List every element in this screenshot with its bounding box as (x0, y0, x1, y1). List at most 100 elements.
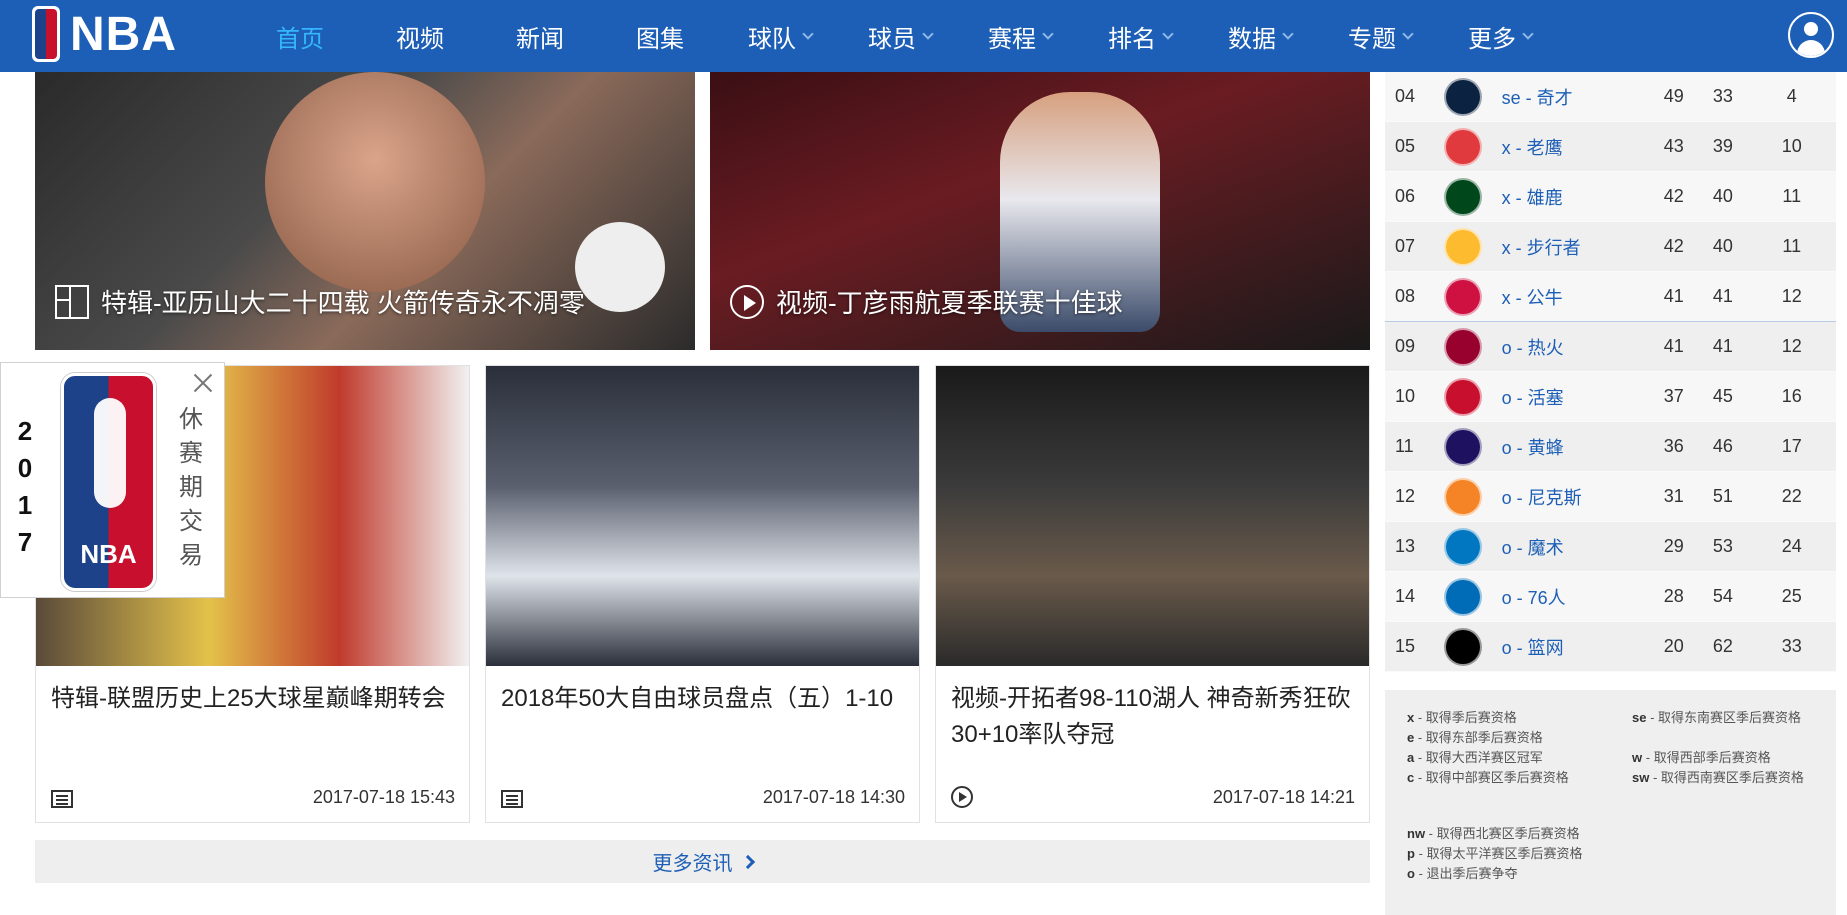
team-name[interactable]: o - 活塞 (1502, 384, 1650, 410)
user-icon (1804, 22, 1818, 36)
feature-banner-ding[interactable]: 视频-丁彦雨航夏季联赛十佳球 (710, 72, 1370, 350)
table-row[interactable]: 11 o - 黄蜂 36 46 17 (1385, 422, 1836, 472)
card-title[interactable]: 视频-开拓者98-110湖人 神奇新秀狂砍30+10率队夺冠 (951, 681, 1351, 753)
more-news-button[interactable]: 更多资讯 (35, 840, 1370, 883)
nav-item-home[interactable]: 首页 (240, 0, 360, 72)
wins: 49 (1663, 86, 1684, 106)
team-name[interactable]: o - 热火 (1502, 334, 1650, 360)
legend-desc: 取得东部季后赛资格 (1425, 730, 1543, 745)
nba-logo[interactable]: NBA (32, 6, 177, 62)
nav-label: 数据 (1228, 25, 1276, 53)
team-name[interactable]: o - 尼克斯 (1502, 484, 1650, 510)
rank: 04 (1395, 86, 1416, 106)
legend-key: se (1632, 710, 1647, 725)
wins: 37 (1663, 386, 1684, 406)
legend-desc: 取得西北赛区季后赛资格 (1436, 826, 1580, 841)
nav-label: 图集 (636, 25, 684, 53)
year-digit: 0 (17, 453, 33, 483)
news-card[interactable]: 2018年50大自由球员盘点（五）1-10 2017-07-18 14:30 (485, 365, 920, 823)
losses: 51 (1712, 486, 1733, 506)
losses: 53 (1712, 536, 1733, 556)
legend-desc: 取得西部季后赛资格 (1653, 750, 1771, 765)
nav-label: 球队 (748, 25, 796, 53)
team-name[interactable]: x - 步行者 (1502, 234, 1650, 260)
nav-item-topics[interactable]: 专题 (1320, 0, 1440, 72)
team-logo-icon (1444, 527, 1482, 566)
chevron-right-icon (740, 854, 755, 869)
news-card[interactable]: 视频-开拓者98-110湖人 神奇新秀狂砍30+10率队夺冠 2017-07-1… (935, 365, 1370, 823)
legend-key: c (1407, 770, 1415, 785)
losses: 46 (1712, 436, 1733, 456)
table-row[interactable]: 15 o - 篮网 20 62 33 (1385, 622, 1836, 672)
wins: 42 (1663, 236, 1684, 256)
rank: 09 (1395, 336, 1416, 356)
team-name[interactable]: o - 篮网 (1502, 634, 1650, 660)
offseason-trade-promo[interactable]: 2 0 1 7 NBA 休 赛 期 交 易 (0, 362, 225, 598)
nav-item-stats[interactable]: 数据 (1200, 0, 1320, 72)
year-digit: 2 (17, 416, 33, 446)
losses: 40 (1712, 236, 1733, 256)
losses: 41 (1712, 286, 1733, 306)
table-row[interactable]: 09 o - 热火 41 41 12 (1385, 322, 1836, 372)
nav-item-teams[interactable]: 球队 (720, 0, 840, 72)
table-row[interactable]: 12 o - 尼克斯 31 51 22 (1385, 472, 1836, 522)
team-name[interactable]: se - 奇才 (1502, 84, 1650, 110)
team-name[interactable]: x - 老鹰 (1502, 134, 1650, 160)
user-avatar-button[interactable] (1788, 12, 1834, 58)
team-name[interactable]: x - 雄鹿 (1502, 184, 1650, 210)
year-digit: 1 (17, 490, 33, 520)
promo-text: 休 赛 期 交 易 (179, 403, 203, 573)
nav-item-standings[interactable]: 排名 (1080, 0, 1200, 72)
nav-label: 球员 (868, 25, 916, 53)
feature-banner-rockets[interactable]: 特辑-亚历山大二十四载 火箭传奇永不凋零 (35, 72, 695, 350)
nav-item-more[interactable]: 更多 (1440, 0, 1560, 72)
close-icon[interactable] (191, 371, 215, 395)
card-title[interactable]: 2018年50大自由球员盘点（五）1-10 (501, 681, 901, 717)
table-row[interactable]: 04 se - 奇才 49 33 4 (1385, 72, 1836, 122)
legend-item: nw - 取得西北赛区季后赛资格 (1407, 826, 1580, 841)
nav-item-schedule[interactable]: 赛程 (960, 0, 1080, 72)
play-icon (730, 284, 764, 319)
table-row[interactable]: 06 x - 雄鹿 42 40 11 (1385, 172, 1836, 222)
nav-item-news[interactable]: 新闻 (480, 0, 600, 72)
legend-desc: 取得中部赛区季后赛资格 (1425, 770, 1569, 785)
wins: 31 (1663, 486, 1684, 506)
legend-key: x (1407, 710, 1415, 725)
table-row[interactable]: 14 o - 76人 28 54 25 (1385, 572, 1836, 622)
games-behind: 11 (1782, 236, 1802, 256)
table-row[interactable]: 10 o - 活塞 37 45 16 (1385, 372, 1836, 422)
table-row[interactable]: 08 x - 公牛 41 41 12 (1385, 272, 1836, 322)
legend-desc: 取得大西洋赛区冠军 (1425, 750, 1543, 765)
nav-item-video[interactable]: 视频 (360, 0, 480, 72)
table-row[interactable]: 13 o - 魔术 29 53 24 (1385, 522, 1836, 572)
table-row[interactable]: 05 x - 老鹰 43 39 10 (1385, 122, 1836, 172)
team-name[interactable]: o - 黄蜂 (1502, 434, 1650, 460)
promo-char: 期 (179, 474, 203, 501)
games-behind: 22 (1781, 486, 1802, 506)
rank: 13 (1395, 536, 1416, 556)
legend-item: o - 退出季后赛争夺 (1407, 866, 1518, 881)
table-row[interactable]: 07 x - 步行者 42 40 11 (1385, 222, 1836, 272)
team-name[interactable]: o - 魔术 (1502, 534, 1650, 560)
team-name[interactable]: o - 76人 (1502, 584, 1650, 610)
chevron-down-icon (1042, 28, 1054, 40)
legend-desc: 取得季后赛资格 (1425, 710, 1517, 725)
feature-caption-text: 特辑-亚历山大二十四载 火箭传奇永不凋零 (101, 288, 585, 318)
chevron-down-icon (1162, 28, 1174, 40)
team-logo-icon (1444, 77, 1482, 116)
legend-key: w (1632, 750, 1643, 765)
team-logo-icon (1444, 577, 1482, 616)
card-photo (486, 366, 919, 666)
losses: 33 (1712, 86, 1733, 106)
nav-label: 更多 (1468, 25, 1516, 53)
nav-item-gallery[interactable]: 图集 (600, 0, 720, 72)
card-title[interactable]: 特辑-联盟历史上25大球星巅峰期转会 (51, 681, 451, 717)
promo-char: 休 (179, 406, 203, 433)
chevron-down-icon (1522, 28, 1534, 40)
wins: 20 (1663, 636, 1684, 656)
team-name[interactable]: x - 公牛 (1502, 284, 1650, 310)
rank: 15 (1395, 636, 1416, 656)
nav-item-players[interactable]: 球员 (840, 0, 960, 72)
team-logo-icon (1444, 477, 1482, 516)
wins: 41 (1663, 286, 1684, 306)
